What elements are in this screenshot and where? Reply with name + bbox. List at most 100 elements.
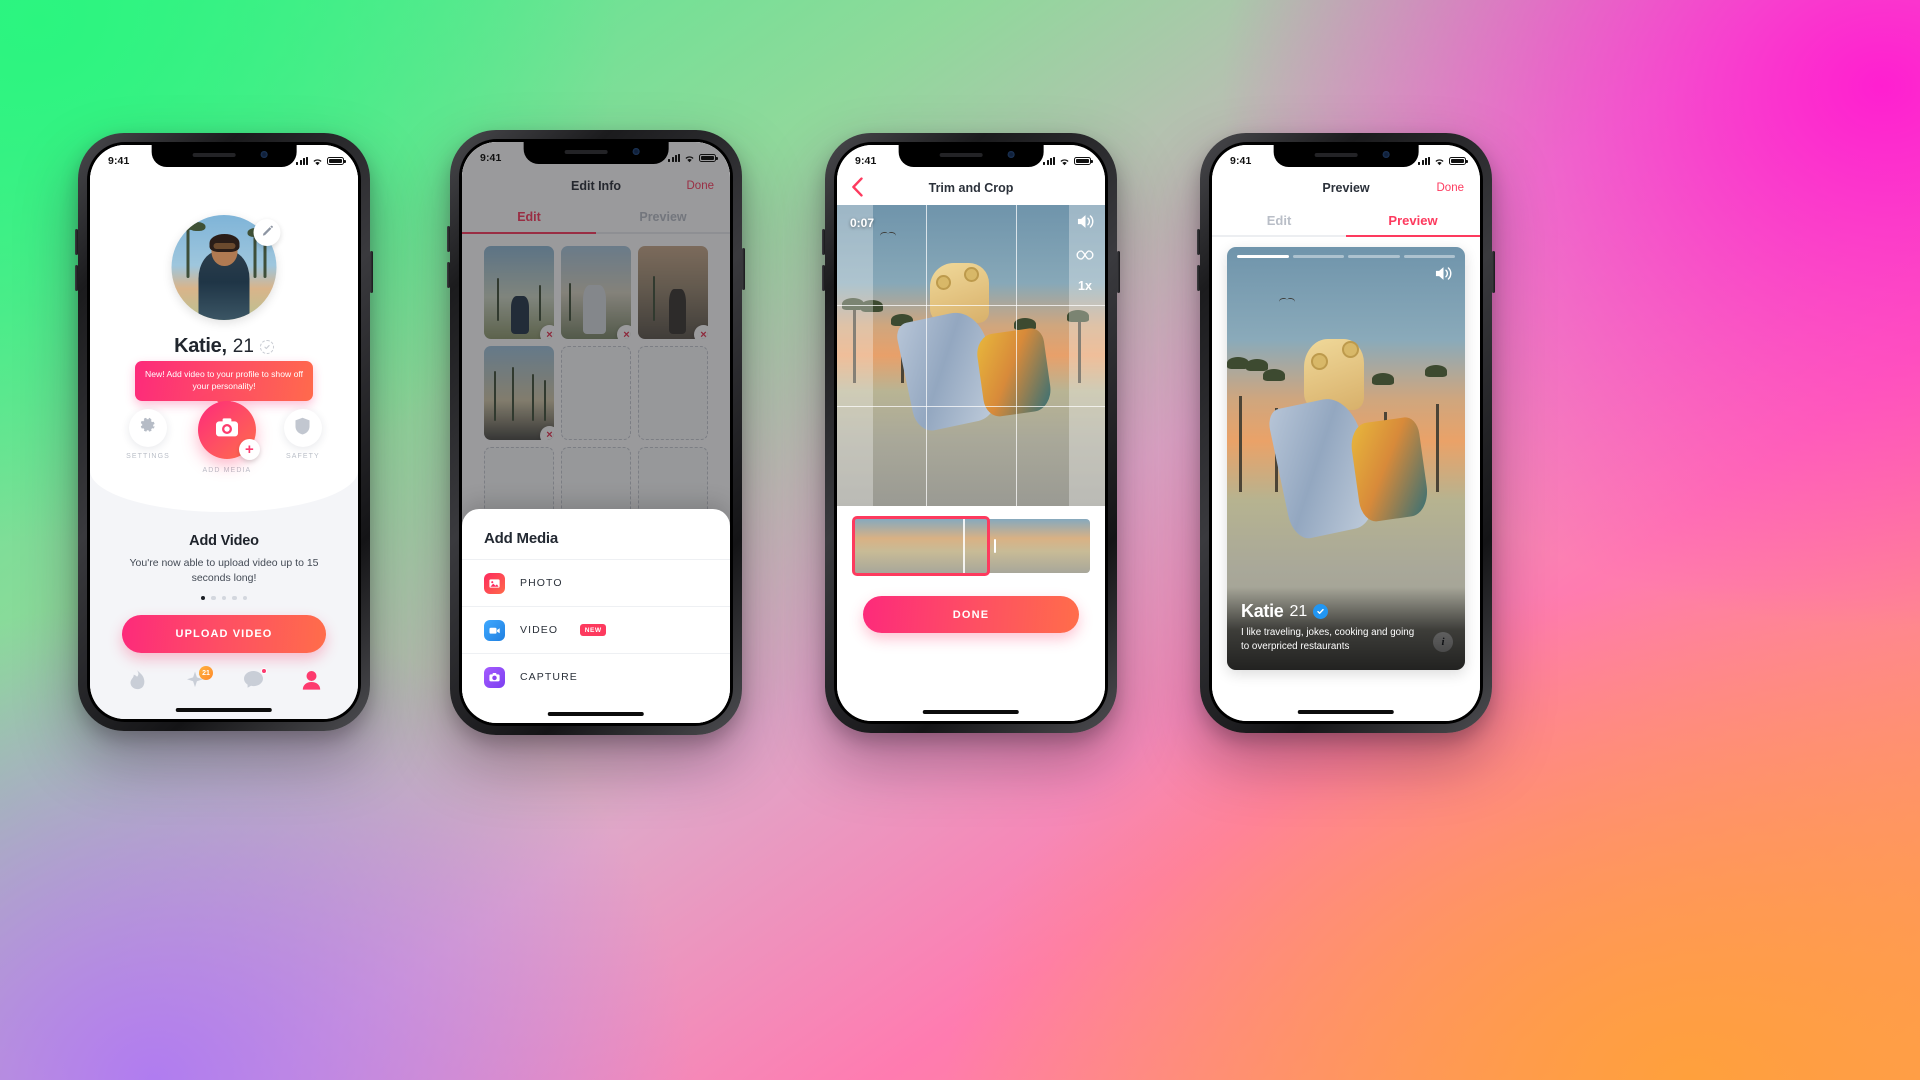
volume-down-button[interactable] [822,265,825,291]
sheet-title: Add Media [484,530,559,547]
volume-down-button[interactable] [1197,265,1200,291]
sheet-item-label: VIDEO [520,624,559,636]
bird-decoration [1279,298,1295,304]
carousel-dots[interactable] [90,595,358,601]
photo-icon [484,572,505,594]
status-time: 9:41 [1230,154,1252,167]
phone-3-trim-and-crop: 9:41 Trim and Crop 0:07 1x DONE [822,133,1120,733]
battery-icon [327,156,346,165]
profile-age: 21 [232,335,254,357]
settings-label: SETTINGS [126,453,170,460]
tab-preview[interactable]: Preview [1346,205,1480,237]
playback-speed-button[interactable]: 1x [1078,279,1092,293]
video-crop-area[interactable]: 0:07 1x [837,205,1105,506]
new-badge: NEW [580,624,607,636]
check-circle-dashed-icon [259,339,274,354]
video-tooltip: New! Add video to your profile to show o… [135,361,313,408]
done-button[interactable]: DONE [863,596,1079,633]
power-button[interactable] [1492,251,1495,293]
card-info-overlay: Katie 21 I like traveling, jokes, cookin… [1227,587,1465,670]
sheet-item-label: CAPTURE [520,671,578,683]
camera-icon [214,415,240,446]
phone-2-edit-info: 9:41 Edit Info Done [447,130,745,735]
notch [898,145,1044,167]
tab-edit[interactable]: Edit [1212,205,1346,237]
profile-icon [302,670,321,695]
verified-check-icon [1313,604,1329,620]
signal-icon [1043,156,1055,165]
battery-icon [1449,156,1468,165]
loop-infinity-icon[interactable] [1075,248,1095,266]
volume-up-button[interactable] [75,229,78,255]
phone-1-profile: 9:41 Katie, 21 New! Add video to your pr… [75,133,373,731]
speaker-icon[interactable] [1434,265,1453,287]
skater-subject [1266,339,1431,586]
profile-name: Katie, [174,335,227,357]
card-title: Add Video [189,533,259,549]
add-media-button[interactable]: + ADD MEDIA [197,401,260,474]
volume-up-button[interactable] [1197,229,1200,255]
trim-handle-left[interactable] [846,539,848,553]
chat-icon [243,670,264,694]
settings-button[interactable]: SETTINGS [126,409,170,460]
avatar[interactable] [171,215,281,320]
notch [1273,145,1419,167]
speaker-icon[interactable] [1076,213,1095,235]
status-time: 9:41 [108,154,130,167]
chevron-left-icon[interactable] [851,177,864,201]
tab-profile[interactable] [298,669,324,695]
profile-actions: SETTINGS + ADD MEDIA SAFETY [90,401,358,474]
profile-name-row: Katie, 21 [90,335,358,358]
sheet-item-photo[interactable]: PHOTO [462,559,730,606]
page-title: Preview [1322,181,1370,195]
safety-label: SAFETY [285,453,320,460]
edit-preview-tabs: Edit Preview [1212,205,1480,237]
volume-down-button[interactable] [75,265,78,291]
story-progress-bar[interactable] [1237,255,1455,258]
trim-handle-right[interactable] [994,539,996,553]
status-time: 9:41 [855,154,877,167]
battery-icon [1074,156,1093,165]
tooltip-text: New! Add video to your profile to show o… [145,369,303,391]
done-button[interactable]: Done [1437,182,1465,194]
preview-header: Preview Done [1212,171,1480,205]
volume-up-button[interactable] [822,229,825,255]
power-button[interactable] [742,248,745,290]
pencil-icon [261,224,273,242]
add-video-card: Add Video You're now able to upload vide… [90,533,358,601]
add-plus-badge: + [238,439,260,460]
power-button[interactable] [1117,251,1120,293]
video-icon [484,619,505,641]
sheet-item-video[interactable]: VIDEO NEW [462,606,730,653]
volume-up-button[interactable] [447,226,450,252]
sheet-item-capture[interactable]: CAPTURE [462,653,730,700]
sheet-item-label: PHOTO [520,577,563,589]
wifi-icon [1059,157,1070,165]
tab-flame[interactable] [124,669,150,695]
wifi-icon [312,157,323,165]
tab-sparkle[interactable]: 21 [182,666,213,695]
edit-profile-button[interactable] [253,219,281,246]
power-button[interactable] [370,251,373,293]
notch [151,145,297,167]
sparkle-badge: 21 [199,666,213,680]
chat-unread-dot [261,668,267,674]
status-time: 9:41 [480,151,502,164]
upload-video-button[interactable]: UPLOAD VIDEO [122,615,326,653]
card-bio: I like traveling, jokes, cooking and goi… [1241,627,1415,653]
safety-button[interactable]: SAFETY [283,409,322,460]
tab-chat[interactable] [240,668,267,695]
profile-preview-card[interactable]: Katie 21 I like traveling, jokes, cookin… [1227,247,1465,670]
flame-icon [127,669,147,696]
phone-4-preview: 9:41 Preview Done Edit Preview Katie 21 … [1197,133,1495,733]
signal-icon [296,156,308,165]
volume-down-button[interactable] [447,262,450,288]
battery-icon [699,153,718,162]
card-body: You're now able to upload video up to 15… [129,557,319,584]
gear-icon [140,417,157,439]
video-timeline[interactable] [837,516,1105,576]
timeline-selection[interactable] [846,516,996,576]
crop-gridlines [837,205,1105,506]
capture-icon [484,666,505,688]
signal-icon [668,153,680,162]
